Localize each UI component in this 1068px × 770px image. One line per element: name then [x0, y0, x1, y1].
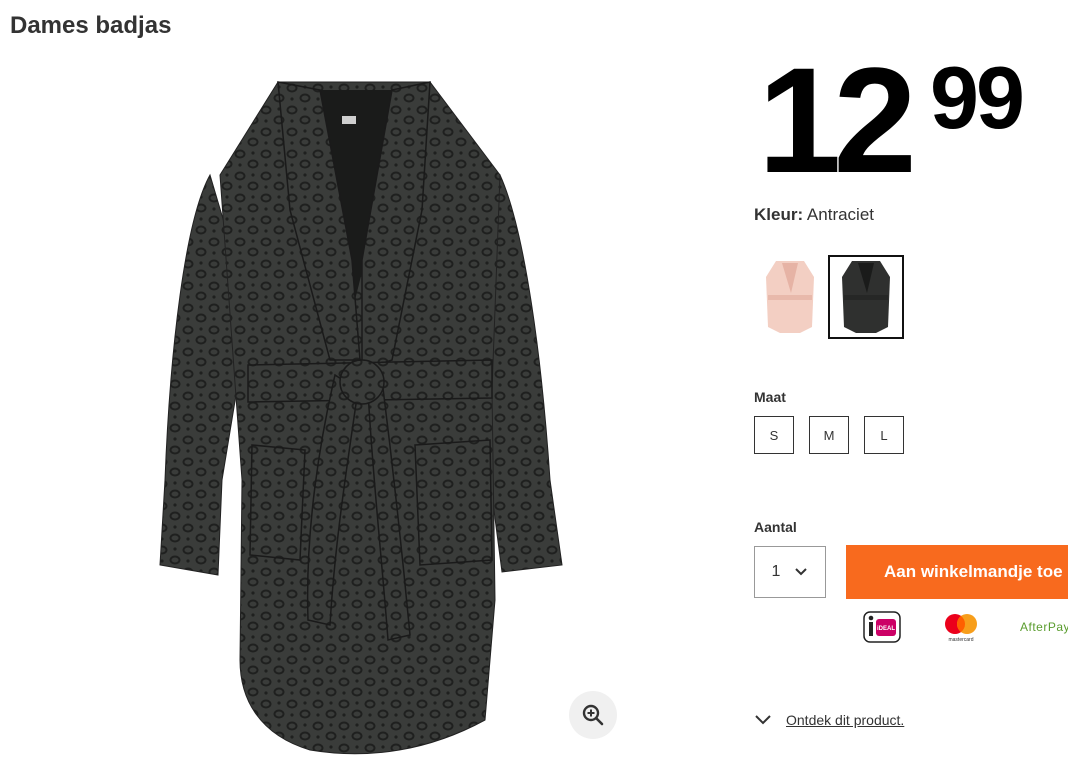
quantity-select[interactable]: 1	[754, 546, 826, 598]
quantity-label: Aantal	[754, 519, 797, 535]
discover-product-link[interactable]: Ontdek dit product.	[786, 712, 904, 728]
color-swatch-antraciet[interactable]	[828, 255, 904, 339]
price-integer: 12	[758, 36, 917, 204]
zoom-button[interactable]	[569, 691, 617, 739]
afterpay-logo: AfterPay	[1020, 620, 1068, 634]
color-label: Kleur:	[754, 205, 804, 224]
chevron-down-icon	[755, 715, 771, 725]
size-option-s[interactable]: S	[754, 416, 794, 454]
zoom-in-icon	[582, 704, 604, 726]
size-label: Maat	[754, 389, 786, 405]
price: 12 99	[758, 45, 1025, 195]
svg-text:iDEAL: iDEAL	[877, 626, 895, 632]
ideal-logo: iDEAL	[863, 610, 901, 644]
mastercard-logo: mastercard	[940, 610, 982, 644]
chevron-down-icon	[795, 568, 808, 576]
product-image[interactable]	[130, 60, 590, 765]
page-title: Dames badjas	[10, 12, 172, 39]
robe-image	[159, 81, 563, 755]
quantity-value: 1	[771, 563, 781, 580]
color-value: Antraciet	[806, 205, 875, 224]
price-decimals: 99	[930, 48, 1025, 147]
svg-text:mastercard: mastercard	[948, 637, 973, 643]
size-option-m[interactable]: M	[809, 416, 849, 454]
robe-dark-thumbnail	[842, 261, 890, 333]
color-swatch-roze[interactable]	[752, 255, 828, 339]
robe-pink-thumbnail	[766, 261, 814, 333]
discover-product[interactable]: Ontdek dit product.	[754, 712, 904, 728]
color-selection: Kleur: Antraciet	[754, 205, 874, 225]
add-to-cart-button[interactable]: Aan winkelmandje toe	[846, 545, 1068, 599]
size-option-l[interactable]: L	[864, 416, 904, 454]
